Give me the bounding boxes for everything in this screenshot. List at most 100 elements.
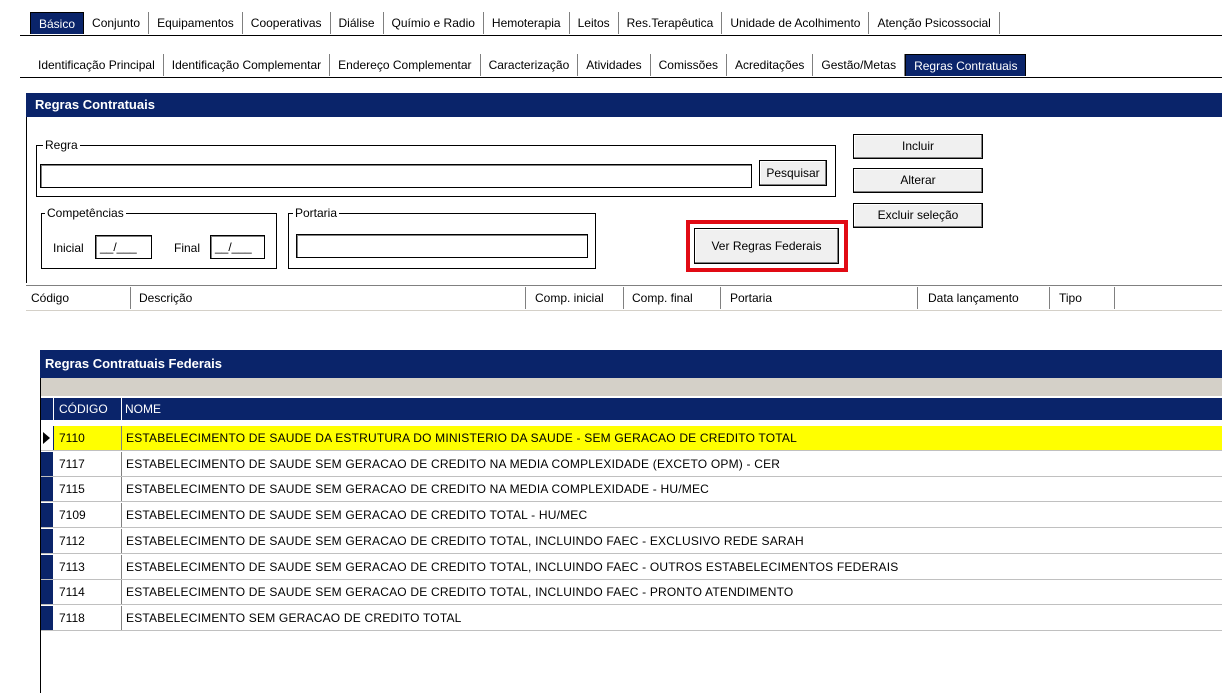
row-separator: [121, 426, 122, 450]
column-portaria[interactable]: Portaria: [725, 286, 915, 310]
row-name: ESTABELECIMENTO DE SAUDE SEM GERACAO DE …: [126, 560, 899, 574]
column-codigo[interactable]: Código: [26, 286, 130, 310]
row-indicator: [41, 452, 53, 476]
row-code: 7117: [59, 457, 85, 471]
tab-conjunto[interactable]: Conjunto: [84, 12, 150, 34]
row-separator: [121, 452, 122, 476]
row-separator: [121, 555, 122, 579]
tab-row-divider: [20, 35, 1222, 36]
header-codigo[interactable]: CÓDIGO: [59, 398, 108, 420]
federal-row[interactable]: 7112 ESTABELECIMENTO DE SAUDE SEM GERACAO…: [41, 529, 1222, 554]
row-name: ESTABELECIMENTO DE SAUDE SEM GERACAO DE …: [126, 508, 588, 522]
row-code: 7112: [59, 534, 85, 548]
federal-toolbar-strip: [41, 378, 1222, 396]
column-comp-inicial[interactable]: Comp. inicial: [530, 286, 622, 310]
column-comp-final[interactable]: Comp. final: [627, 286, 717, 310]
row-separator: [121, 529, 122, 553]
excluir-selecao-button[interactable]: Excluir seleção: [853, 203, 983, 228]
federal-row[interactable]: 7117 ESTABELECIMENTO DE SAUDE SEM GERACAO…: [41, 452, 1222, 477]
column-separator: [917, 287, 918, 309]
tab-hemoterapia[interactable]: Hemoterapia: [483, 12, 570, 34]
federal-grid-header: CÓDIGO NOME: [41, 398, 1222, 420]
row-separator: [121, 477, 122, 501]
main-tab-row: Básico Conjunto Equipamentos Cooperativa…: [0, 10, 1222, 34]
row-separator: [121, 580, 122, 604]
tab-leitos[interactable]: Leitos: [569, 12, 619, 34]
column-separator: [525, 287, 526, 309]
row-name: ESTABELECIMENTO DE SAUDE SEM GERACAO DE …: [126, 534, 804, 548]
ver-regras-federais-button[interactable]: Ver Regras Federais: [694, 228, 839, 264]
portaria-input[interactable]: [296, 234, 588, 258]
federal-row[interactable]: 7118 ESTABELECIMENTO SEM GERACAO DE CREDI…: [41, 606, 1222, 631]
row-separator: [121, 503, 122, 527]
tab-quimio-radio[interactable]: Químio e Radio: [383, 12, 484, 34]
sub-tab-row: Identificação Principal Identificação Co…: [0, 52, 1222, 76]
column-tipo[interactable]: Tipo: [1054, 286, 1114, 310]
header-nome[interactable]: NOME: [125, 398, 161, 420]
row-code: 7109: [59, 508, 86, 522]
tab-caracterizacao[interactable]: Caracterização: [480, 54, 579, 76]
column-separator: [623, 287, 624, 309]
federal-row[interactable]: 7113 ESTABELECIMENTO DE SAUDE SEM GERACAO…: [41, 555, 1222, 580]
column-separator: [130, 287, 131, 309]
federal-row[interactable]: 7110 ESTABELECIMENTO DE SAUDE DA ESTRUTUR…: [41, 426, 1222, 451]
sub-tab-divider: [20, 77, 1222, 78]
column-separator: [1114, 287, 1115, 309]
row-code: 7114: [59, 585, 85, 599]
competencias-label: Competências: [45, 206, 126, 220]
tab-atencao-psicossocial[interactable]: Atenção Psicossocial: [869, 12, 1000, 34]
incluir-button[interactable]: Incluir: [853, 134, 983, 159]
federal-row[interactable]: 7115 ESTABELECIMENTO DE SAUDE SEM GERACAO…: [41, 477, 1222, 502]
column-separator: [720, 287, 721, 309]
tab-regras-contratuais[interactable]: Regras Contratuais: [905, 54, 1027, 76]
final-label: Final: [174, 241, 201, 255]
tab-acreditacoes[interactable]: Acreditações: [727, 54, 814, 76]
tab-res-terapeutica[interactable]: Res.Terapêutica: [618, 12, 723, 34]
row-code: 7110: [59, 431, 85, 445]
row-indicator: [41, 606, 53, 630]
tab-dialise[interactable]: Diálise: [330, 12, 384, 34]
row-indicator: [41, 580, 53, 604]
tab-unidade-acolhimento[interactable]: Unidade de Acolhimento: [722, 12, 870, 34]
portaria-label: Portaria: [293, 206, 340, 220]
tab-identificacao-principal[interactable]: Identificação Principal: [30, 54, 164, 76]
panel-title: Regras Contratuais: [26, 93, 1222, 117]
tab-identificacao-complementar[interactable]: Identificação Complementar: [163, 54, 331, 76]
column-descricao[interactable]: Descrição: [134, 286, 524, 310]
column-separator: [1049, 287, 1050, 309]
regra-label: Regra: [43, 138, 80, 152]
final-value: __/___: [215, 240, 252, 254]
federal-window-title: Regras Contratuais Federais: [40, 350, 1222, 378]
row-code: 7113: [59, 560, 85, 574]
row-indicator: [41, 529, 53, 553]
inicial-label: Inicial: [53, 241, 84, 255]
inicial-input[interactable]: __/___: [95, 235, 152, 259]
row-name: ESTABELECIMENTO DE SAUDE SEM GERACAO DE …: [126, 585, 794, 599]
row-indicator: [41, 503, 53, 527]
current-row-arrow-icon: [43, 432, 50, 444]
alterar-button[interactable]: Alterar: [853, 168, 983, 193]
column-data-lancamento[interactable]: Data lançamento: [923, 286, 1048, 310]
row-indicator: [41, 555, 53, 579]
federal-row[interactable]: 7114 ESTABELECIMENTO DE SAUDE SEM GERACAO…: [41, 580, 1222, 605]
columns-bottom-line: [26, 310, 1222, 311]
tab-basico[interactable]: Básico: [30, 12, 85, 34]
tab-equipamentos[interactable]: Equipamentos: [149, 12, 243, 34]
row-name: ESTABELECIMENTO DE SAUDE SEM GERACAO DE …: [126, 457, 781, 471]
tab-atividades[interactable]: Atividades: [578, 54, 651, 76]
row-name: ESTABELECIMENTO DE SAUDE SEM GERACAO DE …: [126, 482, 710, 496]
tab-gestao-metas[interactable]: Gestão/Metas: [813, 54, 906, 76]
tab-comissoes[interactable]: Comissões: [650, 54, 727, 76]
header-separator: [121, 398, 122, 420]
row-indicator: [41, 426, 54, 450]
tab-cooperativas[interactable]: Cooperativas: [242, 12, 331, 34]
regra-input[interactable]: [40, 164, 752, 188]
pesquisar-button[interactable]: Pesquisar: [759, 160, 827, 186]
federal-row[interactable]: 7109 ESTABELECIMENTO DE SAUDE SEM GERACAO…: [41, 503, 1222, 528]
tab-endereco-complementar[interactable]: Endereço Complementar: [330, 54, 481, 76]
indicator-column-header: [41, 398, 54, 420]
row-code: 7118: [59, 611, 85, 625]
row-code: 7115: [59, 482, 85, 496]
final-input[interactable]: __/___: [210, 235, 265, 259]
row-name: ESTABELECIMENTO DE SAUDE DA ESTRUTURA DO…: [126, 431, 797, 445]
